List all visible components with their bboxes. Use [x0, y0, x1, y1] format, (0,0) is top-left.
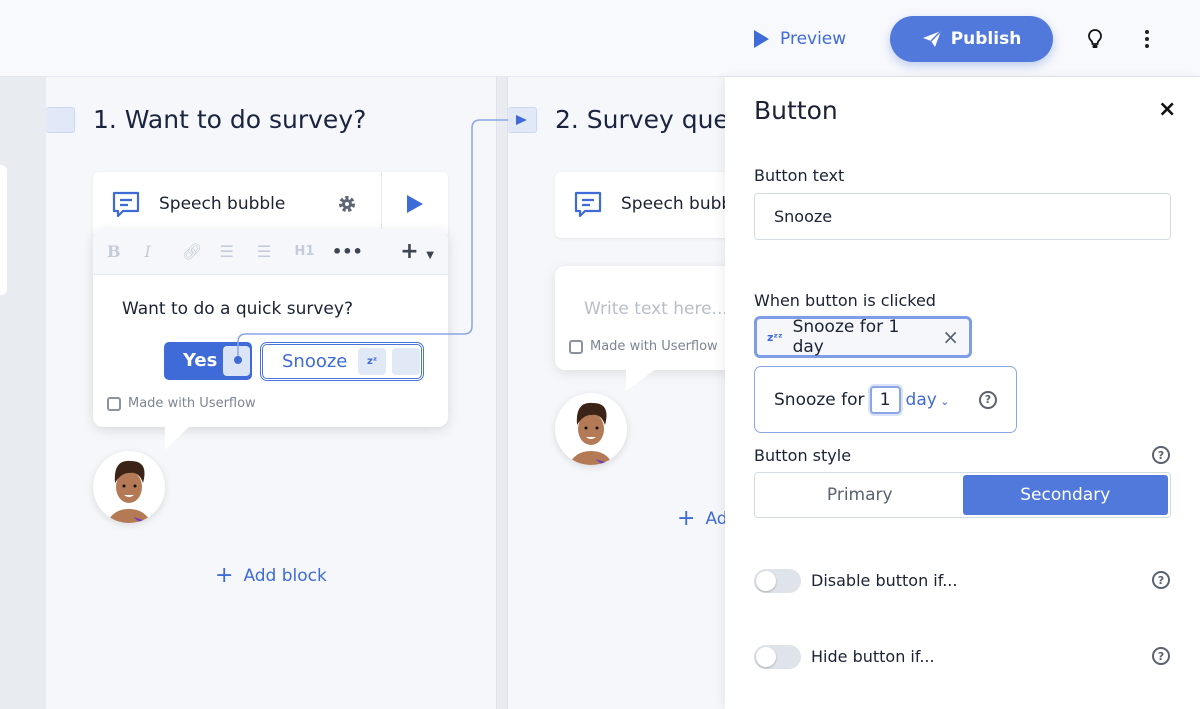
gear-icon[interactable] — [337, 194, 357, 214]
avatar — [555, 393, 627, 465]
link-icon[interactable]: 🔗︎ — [182, 242, 220, 261]
help-icon[interactable]: ? — [1152, 571, 1170, 589]
bubble-tail — [626, 369, 656, 391]
yes-label: Yes — [183, 350, 218, 371]
userflow-logo-icon — [569, 339, 583, 354]
lightbulb-icon[interactable] — [1086, 28, 1104, 50]
snooze-zz-icon: zᶻᶻ — [767, 330, 783, 344]
add-block-label: Ad — [705, 508, 725, 529]
hide-label: Hide button if... — [811, 647, 935, 666]
snooze-amount-input[interactable]: 1 — [869, 385, 901, 414]
avatar — [93, 451, 165, 523]
button-style-segmented: Primary Secondary — [754, 472, 1171, 518]
button-settings-panel: Button × Button text Snooze When button … — [725, 77, 1200, 709]
bold-button[interactable]: B — [107, 242, 145, 261]
branding-label: Made with Userflow — [590, 339, 718, 354]
more-vertical-icon[interactable] — [1142, 29, 1152, 49]
action-chip-label: Snooze for 1 day — [792, 317, 900, 357]
action-chip[interactable]: zᶻᶻ Snooze for 1 day × — [754, 316, 972, 358]
branding-label: Made with Userflow — [128, 396, 256, 411]
plus-icon: + — [677, 506, 696, 531]
snooze-popover: Snooze for 1 day ⌄ ? — [754, 366, 1017, 433]
userflow-logo-icon — [107, 396, 121, 411]
connector-handle[interactable] — [392, 348, 420, 375]
left-card — [0, 165, 7, 295]
style-primary-option[interactable]: Primary — [757, 475, 963, 515]
help-icon[interactable]: ? — [1152, 446, 1170, 464]
yes-button[interactable]: Yes — [164, 342, 252, 380]
speech-bubble-block[interactable]: Speech bubb — [555, 172, 725, 238]
snooze-zz-icon: zᶻ — [358, 348, 386, 375]
speech-bubble-icon — [112, 191, 140, 218]
editor-toolbar: B I 🔗︎ ☰ ☰ H1 ••• + ▼ — [93, 229, 448, 275]
userflow-branding: Made with Userflow — [107, 396, 256, 411]
block-label: Speech bubb — [621, 194, 725, 214]
panel-title: Button — [754, 96, 838, 125]
add-block-button[interactable]: + Add block — [215, 563, 327, 588]
disable-label: Disable button if... — [811, 571, 958, 590]
snooze-button[interactable]: Snooze zᶻ — [260, 342, 424, 381]
disable-toggle[interactable] — [754, 569, 801, 593]
hide-toggle[interactable] — [754, 645, 801, 669]
bubble-editor: B I 🔗︎ ☰ ☰ H1 ••• + ▼ Want to do a quick… — [93, 229, 448, 427]
preview-button[interactable]: Preview — [752, 26, 846, 52]
help-icon[interactable]: ? — [979, 390, 997, 409]
plus-icon: + — [215, 563, 234, 588]
add-block-label: Add block — [243, 565, 327, 586]
step-2-clip: 2. Survey que Speech bubb Write text her… — [508, 77, 725, 709]
bubble-editor[interactable]: Write text here... Made with Userflow — [555, 266, 725, 370]
when-clicked-label: When button is clicked — [754, 291, 936, 310]
snooze-unit-select[interactable]: day ⌄ — [906, 390, 950, 410]
heading-button[interactable]: H1 — [295, 244, 333, 259]
ordered-list-icon[interactable]: ☰ — [220, 242, 258, 261]
step-1-handle[interactable] — [46, 107, 75, 133]
block-label: Speech bubble — [159, 194, 286, 214]
speech-bubble-icon — [574, 191, 602, 218]
button-text-input[interactable]: Snooze — [754, 193, 1171, 240]
style-secondary-option[interactable]: Secondary — [962, 475, 1168, 515]
step-2-title[interactable]: 2. Survey que — [555, 105, 725, 134]
bubble-text[interactable]: Want to do a quick survey? — [122, 299, 353, 319]
top-bar: Preview Publish — [0, 0, 1200, 77]
help-icon[interactable]: ? — [1152, 647, 1170, 665]
publish-label: Publish — [950, 29, 1022, 49]
snooze-prefix: Snooze for — [774, 389, 865, 410]
add-block-button[interactable]: + Ad — [677, 506, 725, 531]
snooze-label: Snooze — [282, 351, 348, 372]
insert-button[interactable]: + ▼ — [400, 239, 434, 264]
snooze-unit-value: day — [905, 389, 937, 410]
button-style-label: Button style — [754, 446, 852, 465]
bullet-list-icon[interactable]: ☰ — [257, 242, 295, 261]
userflow-branding: Made with Userflow — [569, 339, 718, 354]
publish-button[interactable]: Publish — [890, 16, 1053, 62]
paper-plane-icon — [922, 30, 942, 47]
remove-action-icon[interactable]: × — [942, 325, 959, 349]
column-divider — [496, 77, 508, 709]
preview-label: Preview — [780, 29, 847, 49]
play-icon — [754, 30, 769, 48]
chevron-down-icon: ⌄ — [936, 394, 950, 408]
close-icon[interactable]: × — [1158, 97, 1176, 122]
more-icon[interactable]: ••• — [332, 242, 370, 261]
bubble-tail — [165, 426, 190, 450]
button-text-label: Button text — [754, 166, 845, 185]
italic-button[interactable]: I — [145, 242, 183, 261]
bubble-placeholder[interactable]: Write text here... — [584, 299, 725, 319]
play-icon[interactable] — [406, 194, 424, 214]
step-1-title[interactable]: 1. Want to do survey? — [93, 105, 366, 134]
connector-handle[interactable] — [223, 346, 250, 376]
